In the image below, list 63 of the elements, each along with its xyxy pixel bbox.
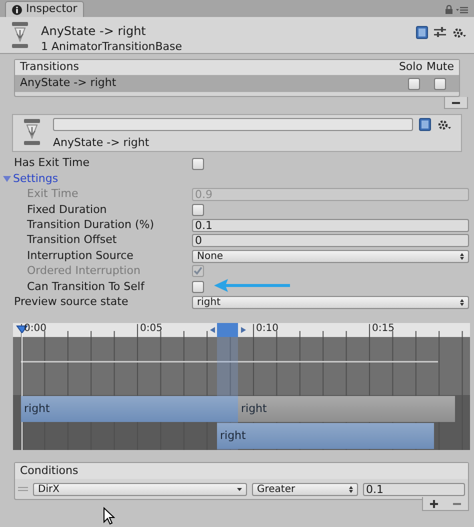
help-icon[interactable] [416,26,428,39]
tab-label: Inspector [26,1,78,18]
arrows-icon [349,486,353,492]
inspector-tab[interactable]: Inspector [5,1,84,17]
list-header: Conditions [20,462,78,479]
property-label: Transition Duration (%) [26,217,155,234]
remove-button[interactable] [444,97,468,109]
time-label: 0:10 [256,323,278,335]
arrows-icon [460,298,464,306]
clip-bar[interactable]: right [238,396,455,422]
transition-icon [23,118,41,146]
transition-row[interactable]: AnyState -> right [15,75,459,92]
property-label: Transition Offset [26,232,118,248]
time-label: 0:15 [372,323,394,335]
mouse-cursor-icon [103,507,115,525]
clip-bar[interactable]: right [21,396,238,422]
transition-name: AnyState -> right [20,75,116,92]
info-icon [12,4,22,14]
caret-icon [237,488,242,490]
menu-icon[interactable] [456,6,468,14]
property-label: Ordered Interruption [26,263,142,280]
property-label: Preview source state [13,294,130,310]
settings-icon[interactable] [437,118,451,130]
checkbox[interactable] [192,158,204,170]
triangle-icon [3,175,11,184]
property-label: Can Transition To Self [26,278,146,295]
settings-icon[interactable] [452,26,466,38]
property-label: Interruption Source [26,248,134,264]
checkbox[interactable] [434,78,446,90]
help-icon[interactable] [419,118,431,131]
transition-name: AnyState -> right [53,135,150,151]
arrows-icon [460,252,464,260]
property-label: Has Exit Time [13,155,90,172]
list-header: Transitions [20,59,79,76]
dropdown[interactable]: None [192,250,469,263]
inspector-subtitle: 1 AnimatorTransitionBase [41,39,182,55]
clip-bar[interactable]: right [217,423,434,449]
mode-dropdown[interactable]: Greater [252,482,358,496]
lock-icon[interactable] [445,5,453,14]
transition-handle[interactable] [210,323,246,337]
column-header: Mute [426,59,454,76]
minus-icon [452,102,460,104]
dropdown[interactable]: right [192,296,469,309]
column-header: Solo [398,59,422,76]
checkbox[interactable] [192,280,204,293]
transition-icon [11,21,29,49]
checkbox[interactable] [408,78,420,90]
number-field[interactable]: 0.1 [192,218,469,232]
time-label: 0:00 [24,323,46,335]
value-field[interactable]: 0.1 [363,482,465,496]
settings-foldout[interactable]: Settings [3,170,58,188]
time-label: 0:05 [140,323,162,335]
name-field[interactable] [53,118,413,131]
parameter-dropdown[interactable]: DirX [33,482,247,496]
inspector-title: AnyState -> right [41,23,147,39]
number-field[interactable]: 0 [192,234,469,248]
timeline[interactable]: 0:00 0:05 0:10 0:15 right right right [13,323,470,450]
sliders-icon[interactable] [434,27,446,38]
checkbox[interactable] [192,204,204,216]
add-button[interactable] [430,500,438,508]
drag-handle-icon[interactable] [18,486,28,492]
property-label: Exit Time [26,186,80,202]
property-label: Fixed Duration [26,202,108,218]
